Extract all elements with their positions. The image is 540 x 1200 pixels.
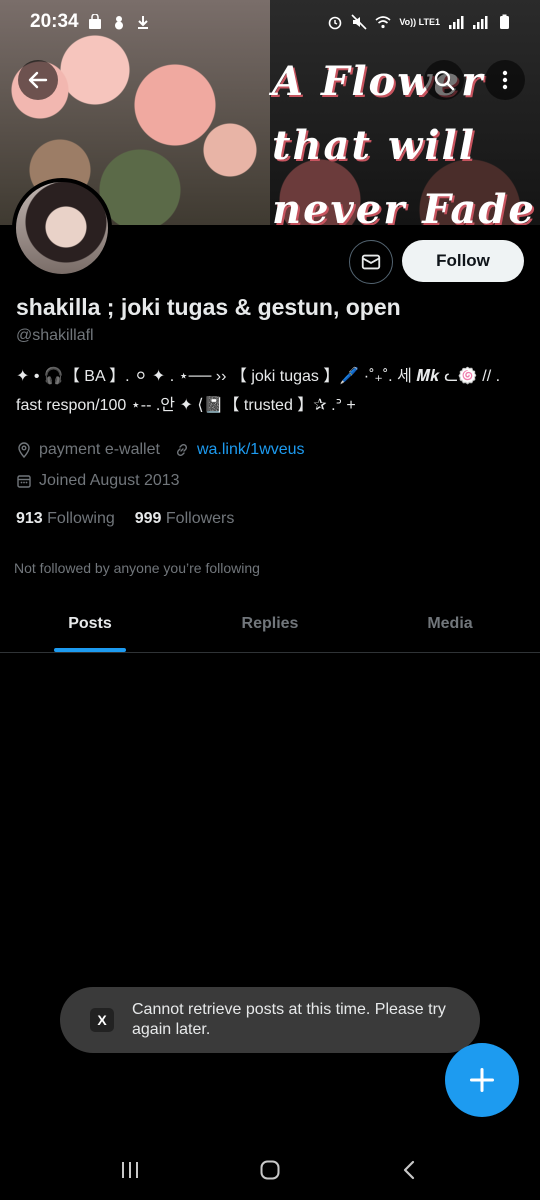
message-button[interactable] (349, 240, 393, 284)
following-count: 913 (16, 510, 43, 527)
banner-line-3: never Fade (272, 186, 536, 225)
shopping-bag-icon (87, 14, 103, 30)
location-pin-icon (16, 442, 39, 458)
plus-icon (468, 1066, 496, 1094)
joined-row: Joined August 2013 (16, 472, 180, 490)
nav-back-button[interactable] (390, 1150, 430, 1190)
joined-date: Joined August 2013 (39, 472, 180, 489)
battery-icon (496, 14, 512, 30)
active-tab-indicator (54, 648, 126, 652)
followers-stat[interactable]: 999 Followers (135, 510, 235, 528)
more-vertical-icon (493, 68, 517, 92)
followers-count: 999 (134, 510, 162, 527)
network-label: Vo)) LTE1 (399, 16, 440, 27)
signal-icon-1 (448, 14, 464, 30)
status-left: 20:34 (30, 11, 151, 33)
tab-posts-label: Posts (68, 615, 112, 632)
profile-meta-row: payment e-wallet wa.link/1wveus (16, 441, 305, 459)
search-icon (432, 68, 456, 92)
back-chevron-icon (398, 1158, 422, 1182)
envelope-icon (360, 251, 382, 273)
snowman-icon (111, 14, 127, 30)
following-stat[interactable]: 913 Following (16, 510, 115, 528)
recents-icon (118, 1158, 142, 1182)
tab-replies-label: Replies (241, 615, 299, 632)
wifi-icon (375, 14, 391, 30)
back-button[interactable] (18, 60, 58, 100)
display-name: shakilla ; joki tugas & gestun, open (16, 294, 401, 320)
following-label: Following (47, 510, 115, 527)
not-followed-notice: Not followed by anyone you’re following (14, 560, 260, 576)
compose-button[interactable] (445, 1043, 519, 1117)
status-right: Vo)) LTE1 (327, 14, 512, 30)
system-nav-bar (0, 1140, 540, 1200)
x-logo-icon: X (90, 1008, 114, 1032)
tab-replies[interactable]: Replies (180, 596, 360, 652)
search-button[interactable] (424, 60, 464, 100)
profile-tabs: Posts Replies Media (0, 596, 540, 653)
profile-bio: ✦ • 🎧【 BA 】. ⚪ ✦ . ⋆── ›› 【 joki tugas 】… (16, 368, 501, 414)
user-handle: @shakillafl (16, 327, 94, 344)
more-button[interactable] (485, 60, 525, 100)
mute-icon (351, 14, 367, 30)
calendar-icon (16, 473, 39, 489)
signal-icon-2 (472, 14, 488, 30)
status-time: 20:34 (30, 11, 79, 32)
profile-location: payment e-wallet (39, 441, 160, 458)
followers-label: Followers (165, 510, 235, 527)
home-icon (258, 1158, 282, 1182)
toast-message: Cannot retrieve posts at this time. Plea… (132, 1001, 446, 1038)
error-toast: X Cannot retrieve posts at this time. Pl… (60, 987, 480, 1053)
recents-button[interactable] (110, 1150, 150, 1190)
status-bar: 20:34 Vo)) LTE1 (0, 0, 540, 44)
follow-button[interactable]: Follow (402, 240, 524, 282)
profile-stats: 913 Following 999 Followers (16, 510, 234, 528)
alarm-icon (327, 14, 343, 30)
download-icon (135, 14, 151, 30)
banner-line-2: that will (272, 122, 476, 169)
tab-posts[interactable]: Posts (0, 596, 180, 652)
link-icon (174, 442, 197, 458)
arrow-left-icon (26, 68, 50, 92)
home-button[interactable] (250, 1150, 290, 1190)
profile-link[interactable]: wa.link/1wveus (197, 441, 305, 459)
tab-media-label: Media (427, 615, 473, 632)
avatar[interactable] (12, 178, 112, 278)
profile-screen: A Flower that will never Fade 20:34 Vo))… (0, 0, 540, 1200)
tab-media[interactable]: Media (360, 596, 540, 652)
